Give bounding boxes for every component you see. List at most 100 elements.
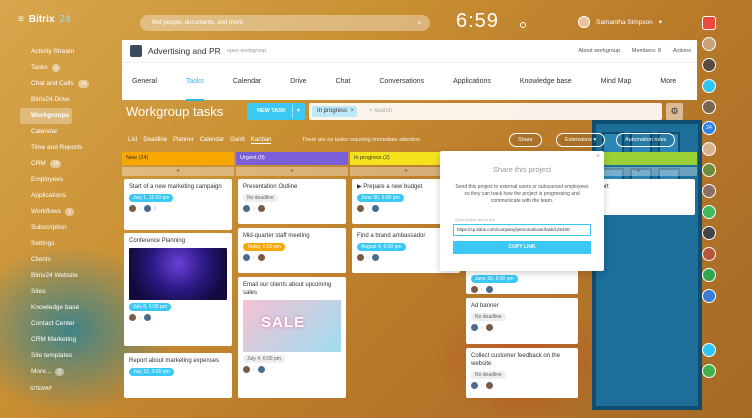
view-calendar[interactable]: Calendar <box>200 137 224 144</box>
contact-avatar[interactable] <box>702 58 716 72</box>
sidebar-item-calendar[interactable]: Calendar <box>16 124 116 140</box>
contact-avatar[interactable] <box>702 163 716 177</box>
sidebar-item-sites[interactable]: Sites <box>16 284 116 300</box>
sidebar-item-site-templates[interactable]: Site templates <box>16 348 116 364</box>
tab-conversations[interactable]: Conversations <box>379 63 424 101</box>
sidebar-item-contact-center[interactable]: Contact Center <box>16 316 116 332</box>
sidebar-item-crm[interactable]: CRM 15 <box>16 156 116 172</box>
deadline-badge[interactable]: July 8, 6:00 pm <box>129 303 171 311</box>
share-button[interactable]: Share <box>509 133 542 147</box>
clock-icon[interactable] <box>520 22 526 28</box>
contact-avatar[interactable] <box>702 37 716 51</box>
task-title[interactable]: Start of a new marketing campaign <box>129 183 227 191</box>
add-task-new[interactable]: + <box>122 167 234 176</box>
about-workgroup-link[interactable]: About workgroup <box>578 48 620 54</box>
contact-avatar[interactable] <box>702 184 716 198</box>
sidebar-item-employees[interactable]: Employees <box>16 172 116 188</box>
deadline-badge[interactable]: July 15, 3:00 pm <box>129 368 174 376</box>
tab-chat[interactable]: Chat <box>336 63 351 101</box>
new-task-button[interactable]: NEW TASK ▼ <box>247 103 305 120</box>
sidebar-item-activity-stream[interactable]: Activity Stream <box>16 44 116 60</box>
play-icon[interactable]: ▶ <box>357 184 362 190</box>
sidebar-item-chat[interactable]: Chat and Calls 14 <box>16 76 116 92</box>
filter-chip[interactable]: In progress × <box>312 106 358 117</box>
open-lines-icon[interactable] <box>702 343 716 357</box>
task-title[interactable]: Conference Planning <box>129 237 227 245</box>
view-kanban[interactable]: Kanban <box>250 137 272 144</box>
close-icon[interactable]: × <box>596 153 600 160</box>
deadline-badge[interactable]: No deadline <box>471 371 506 379</box>
actions-link[interactable]: Actions <box>673 48 691 54</box>
task-title[interactable]: Report about marketing expenses <box>129 357 227 365</box>
search-icon[interactable]: ⌕ <box>418 15 422 31</box>
task-card[interactable]: Start of a new marketing campaign July 1… <box>124 179 232 230</box>
deadline-badge[interactable]: No deadline <box>471 313 506 321</box>
tab-applications[interactable]: Applications <box>453 63 491 101</box>
phone-icon[interactable] <box>702 364 716 378</box>
sidebar-item-drive[interactable]: Bitrix24.Drive <box>16 92 116 108</box>
extensions-button[interactable]: Extensions ▾ <box>556 133 606 147</box>
contact-avatar[interactable] <box>702 142 716 156</box>
notifications-icon[interactable] <box>702 16 716 30</box>
sidebar-item-more[interactable]: More... 2 <box>16 364 116 380</box>
sidebar-item-website[interactable]: Bitrix24 Website <box>16 268 116 284</box>
deadline-badge[interactable]: June 30, 6:00 pm <box>357 194 404 202</box>
sidebar-item-time-reports[interactable]: Time and Reports <box>16 140 116 156</box>
task-card[interactable]: June 30, 6:00 pm › <box>466 268 578 294</box>
contact-avatar[interactable] <box>702 289 716 303</box>
task-title[interactable]: Mid-quarter staff meeting <box>243 232 341 240</box>
task-filter-input[interactable]: In progress × + search <box>309 103 662 120</box>
task-title[interactable]: Email our clients about upcoming sales <box>243 281 341 297</box>
bitrix-icon[interactable]: 24 <box>702 121 716 135</box>
deadline-badge[interactable]: August 4, 6:00 pm <box>357 243 406 251</box>
add-task-urgent[interactable]: + <box>236 167 348 176</box>
sitemap-link[interactable]: SITEMAP <box>30 386 52 392</box>
deadline-badge[interactable]: June 30, 6:00 pm <box>471 275 518 283</box>
task-card[interactable]: Report about marketing expenses July 15,… <box>124 353 232 398</box>
view-planner[interactable]: Planner <box>173 137 194 144</box>
task-card[interactable]: Mid-quarter staff meeting Today, 6:00 pm… <box>238 228 346 273</box>
tab-general[interactable]: General <box>132 63 157 101</box>
task-card[interactable]: Collect customer feedback on the website… <box>466 348 578 398</box>
deadline-badge[interactable]: July 1, 11:00 am <box>129 194 174 202</box>
deadline-badge[interactable]: July 4, 6:00 pm <box>243 355 285 363</box>
tab-more[interactable]: More <box>660 63 676 101</box>
contact-avatar[interactable] <box>702 205 716 219</box>
contact-avatar[interactable] <box>702 247 716 261</box>
contact-avatar[interactable] <box>702 268 716 282</box>
menu-icon[interactable]: ≡ <box>18 14 24 25</box>
sidebar-item-applications[interactable]: Applications <box>16 188 116 204</box>
members-link[interactable]: Members: 8 <box>632 48 661 54</box>
tab-mind-map[interactable]: Mind Map <box>601 63 632 101</box>
task-card[interactable]: Ad banner No deadline › <box>466 298 578 344</box>
deadline-badge[interactable]: Today, 6:00 pm <box>243 243 285 251</box>
global-search-input[interactable]: find people, documents, and more ⌕ <box>140 15 430 31</box>
contact-avatar[interactable] <box>702 226 716 240</box>
tab-knowledge-base[interactable]: Knowledge base <box>520 63 572 101</box>
sidebar-item-knowledge-base[interactable]: Knowledge base <box>16 300 116 316</box>
copy-link-button[interactable]: COPY LINK <box>453 241 591 254</box>
task-card[interactable]: Conference Planning July 8, 6:00 pm › <box>124 233 232 346</box>
gear-icon[interactable]: ⚙ <box>666 103 683 120</box>
contact-avatar[interactable] <box>702 79 716 93</box>
task-title[interactable]: Presentation Outline <box>243 183 341 191</box>
sidebar-item-subscription[interactable]: Subscription <box>16 220 116 236</box>
sidebar-item-workflows[interactable]: Workflows 1 <box>16 204 116 220</box>
close-icon[interactable]: × <box>351 106 355 117</box>
task-title[interactable]: Ad banner <box>471 302 573 310</box>
task-title[interactable]: Collect customer feedback on the website <box>471 352 573 368</box>
chevron-down-icon[interactable]: ▼ <box>296 103 301 120</box>
view-gantt[interactable]: Gantt <box>230 137 245 144</box>
task-card[interactable]: Presentation Outline No deadline › <box>238 179 346 224</box>
sidebar-item-settings[interactable]: Settings <box>16 236 116 252</box>
sidebar-item-clients[interactable]: Clients <box>16 252 116 268</box>
automation-rules-button[interactable]: Automation rules <box>616 133 676 147</box>
user-menu[interactable]: Samantha Simpson ▾ <box>578 16 662 28</box>
view-deadline[interactable]: Deadline <box>143 137 167 144</box>
share-link-field[interactable]: https://cp.bitrix.com/company/personal/u… <box>453 224 591 236</box>
tab-drive[interactable]: Drive <box>290 63 306 101</box>
sidebar-item-tasks[interactable]: Tasks 1 <box>16 60 116 76</box>
column-header-new[interactable]: New (24) <box>122 152 234 165</box>
view-list[interactable]: List <box>128 137 137 144</box>
column-header-urgent[interactable]: Urgent (9) <box>236 152 348 165</box>
